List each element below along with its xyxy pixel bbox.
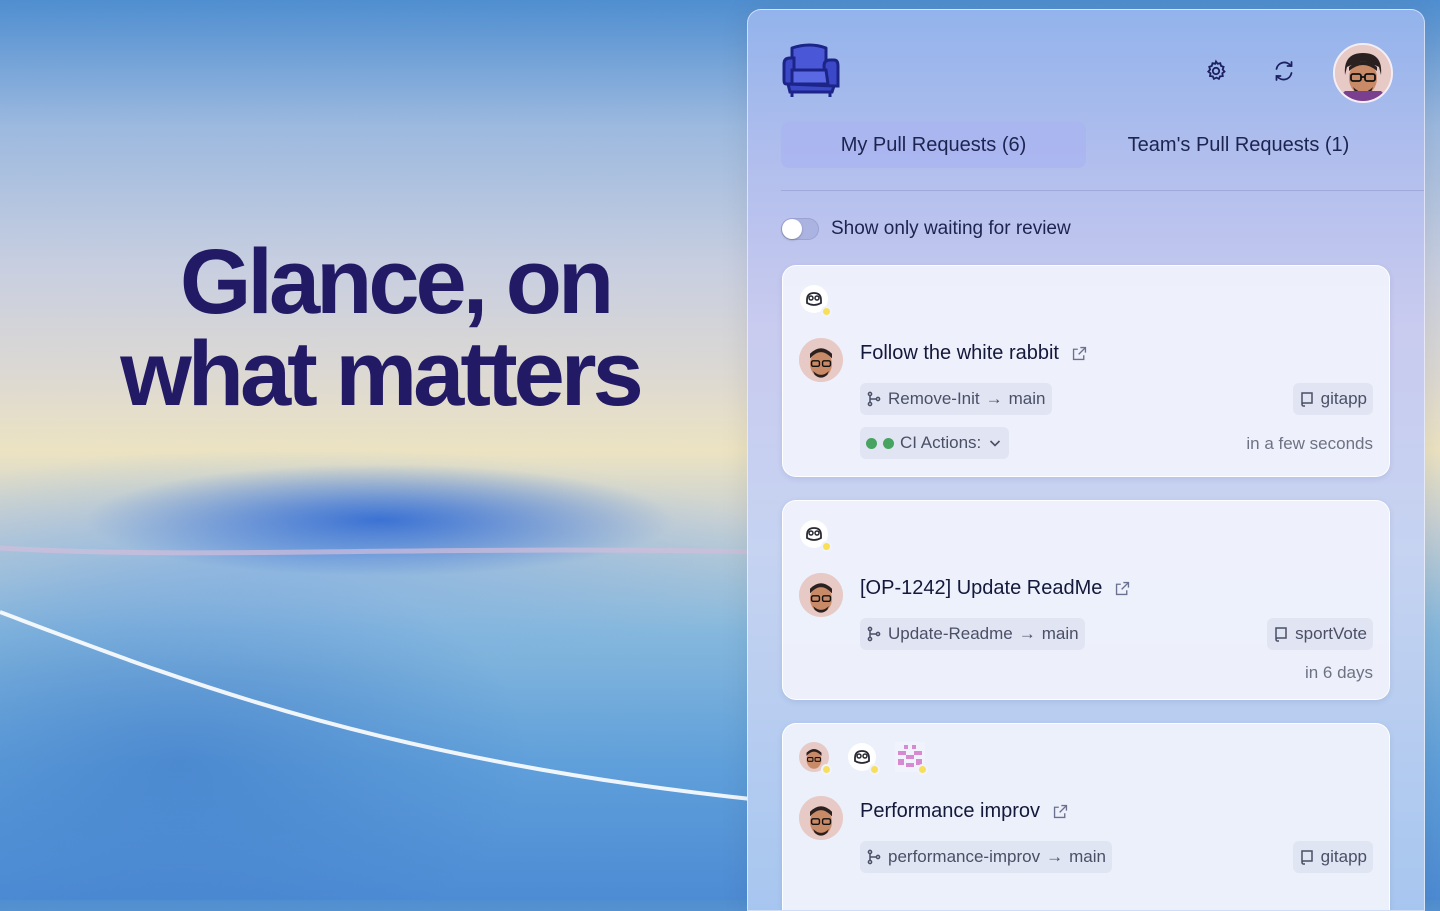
branch-chip: performance-improv → main: [860, 841, 1112, 873]
pending-review-dot: [821, 764, 832, 775]
face-icon: [799, 338, 843, 382]
hero-headline: Glance, on what matters: [40, 236, 720, 420]
tab-my-pull-requests[interactable]: My Pull Requests (6): [781, 122, 1086, 168]
waiting-review-filter: Show only waiting for review: [781, 214, 1071, 244]
reviewer-copilot: [799, 519, 832, 552]
git-branch-icon: [867, 391, 881, 407]
source-branch: Update-Readme: [888, 624, 1013, 643]
pr-time: in a few seconds: [1246, 434, 1373, 453]
waiting-review-toggle[interactable]: [781, 218, 819, 240]
refresh-icon: [1275, 61, 1293, 81]
tab-divider: [781, 190, 1424, 191]
external-link-icon: [1053, 804, 1068, 819]
background-wave: [0, 545, 760, 802]
tab-bar: My Pull Requests (6) Team's Pull Request…: [781, 122, 1391, 168]
hero-line-2: what matters: [120, 323, 644, 425]
author-avatar: [799, 796, 843, 840]
repo-chip: gitapp: [1292, 841, 1373, 873]
reviewers: [799, 519, 832, 552]
pr-title: Performance improv: [860, 800, 1041, 822]
armchair-icon: [782, 43, 840, 97]
pending-review-dot: [917, 764, 928, 775]
target-branch: main: [1008, 389, 1046, 408]
reviewers: [799, 742, 928, 775]
repo-name: gitapp: [1320, 847, 1367, 866]
source-branch: performance-improv: [888, 847, 1041, 866]
pr-time: in 6 days: [1304, 663, 1373, 682]
pr-title: [OP-1242] Update ReadMe: [860, 577, 1103, 599]
pull-request-card[interactable]: Performance improv performance-improv → …: [782, 723, 1390, 910]
pr-title-link[interactable]: Follow the white rabbit: [860, 342, 1088, 365]
repo-icon: [1275, 627, 1287, 642]
arrow-right-icon: →: [1046, 847, 1064, 866]
pending-review-dot: [869, 764, 880, 775]
source-branch: Remove-Init: [888, 389, 980, 408]
reviewer-identicon: [895, 742, 928, 775]
ci-status-dot: [883, 437, 894, 449]
git-branch-icon: [867, 849, 881, 865]
gear-icon: [1207, 59, 1226, 81]
ci-actions-dropdown[interactable]: CI Actions:: [860, 427, 1010, 459]
repo-name: sportVote: [1295, 624, 1367, 643]
chevron-down-icon: [990, 440, 1001, 447]
pr-title-link[interactable]: [OP-1242] Update ReadMe: [860, 577, 1131, 600]
reviewer-copilot: [847, 742, 880, 775]
branch-chip: Remove-Init → main: [860, 383, 1052, 415]
reviewer-copilot: [799, 284, 832, 317]
pending-review-dot: [821, 541, 832, 552]
toggle-label: Show only waiting for review: [831, 218, 1071, 239]
repo-icon: [1300, 392, 1313, 407]
repo-chip: sportVote: [1267, 618, 1373, 650]
reviewers: [799, 284, 832, 317]
branch-chip: Update-Readme → main: [860, 618, 1085, 650]
target-branch: main: [1041, 624, 1079, 643]
pr-title-link[interactable]: Performance improv: [860, 800, 1069, 823]
reviewer-avatar: [799, 742, 832, 775]
repo-chip: gitapp: [1292, 383, 1373, 415]
pull-request-card[interactable]: Follow the white rabbit Remove-Init → ma…: [782, 265, 1390, 477]
arrow-right-icon: →: [1018, 624, 1036, 643]
user-avatar[interactable]: [1333, 43, 1393, 103]
tab-teams-pull-requests[interactable]: Team's Pull Requests (1): [1086, 122, 1391, 168]
git-branch-icon: [867, 626, 881, 642]
external-link-icon: [1116, 581, 1130, 596]
toggle-knob: [782, 219, 802, 239]
repo-icon: [1300, 850, 1313, 865]
arrow-right-icon: →: [985, 389, 1003, 408]
external-link-icon: [1072, 346, 1087, 361]
settings-button[interactable]: [1198, 53, 1234, 89]
author-avatar: [799, 573, 843, 617]
pull-request-card[interactable]: [OP-1242] Update ReadMe Update-Readme → …: [782, 500, 1390, 700]
pr-title: Follow the white rabbit: [860, 342, 1059, 364]
refresh-button[interactable]: [1266, 53, 1302, 89]
face-icon: [799, 796, 843, 840]
pending-review-dot: [821, 306, 832, 317]
ci-label: CI Actions:: [900, 433, 982, 452]
face-icon: [1335, 45, 1391, 101]
app-window: My Pull Requests (6) Team's Pull Request…: [747, 9, 1425, 911]
ci-status-dot: [866, 437, 877, 449]
author-avatar: [799, 338, 843, 382]
face-icon: [799, 573, 843, 617]
target-branch: main: [1069, 847, 1106, 866]
repo-name: gitapp: [1320, 389, 1367, 408]
hero-line-1: Glance, on: [179, 231, 614, 333]
